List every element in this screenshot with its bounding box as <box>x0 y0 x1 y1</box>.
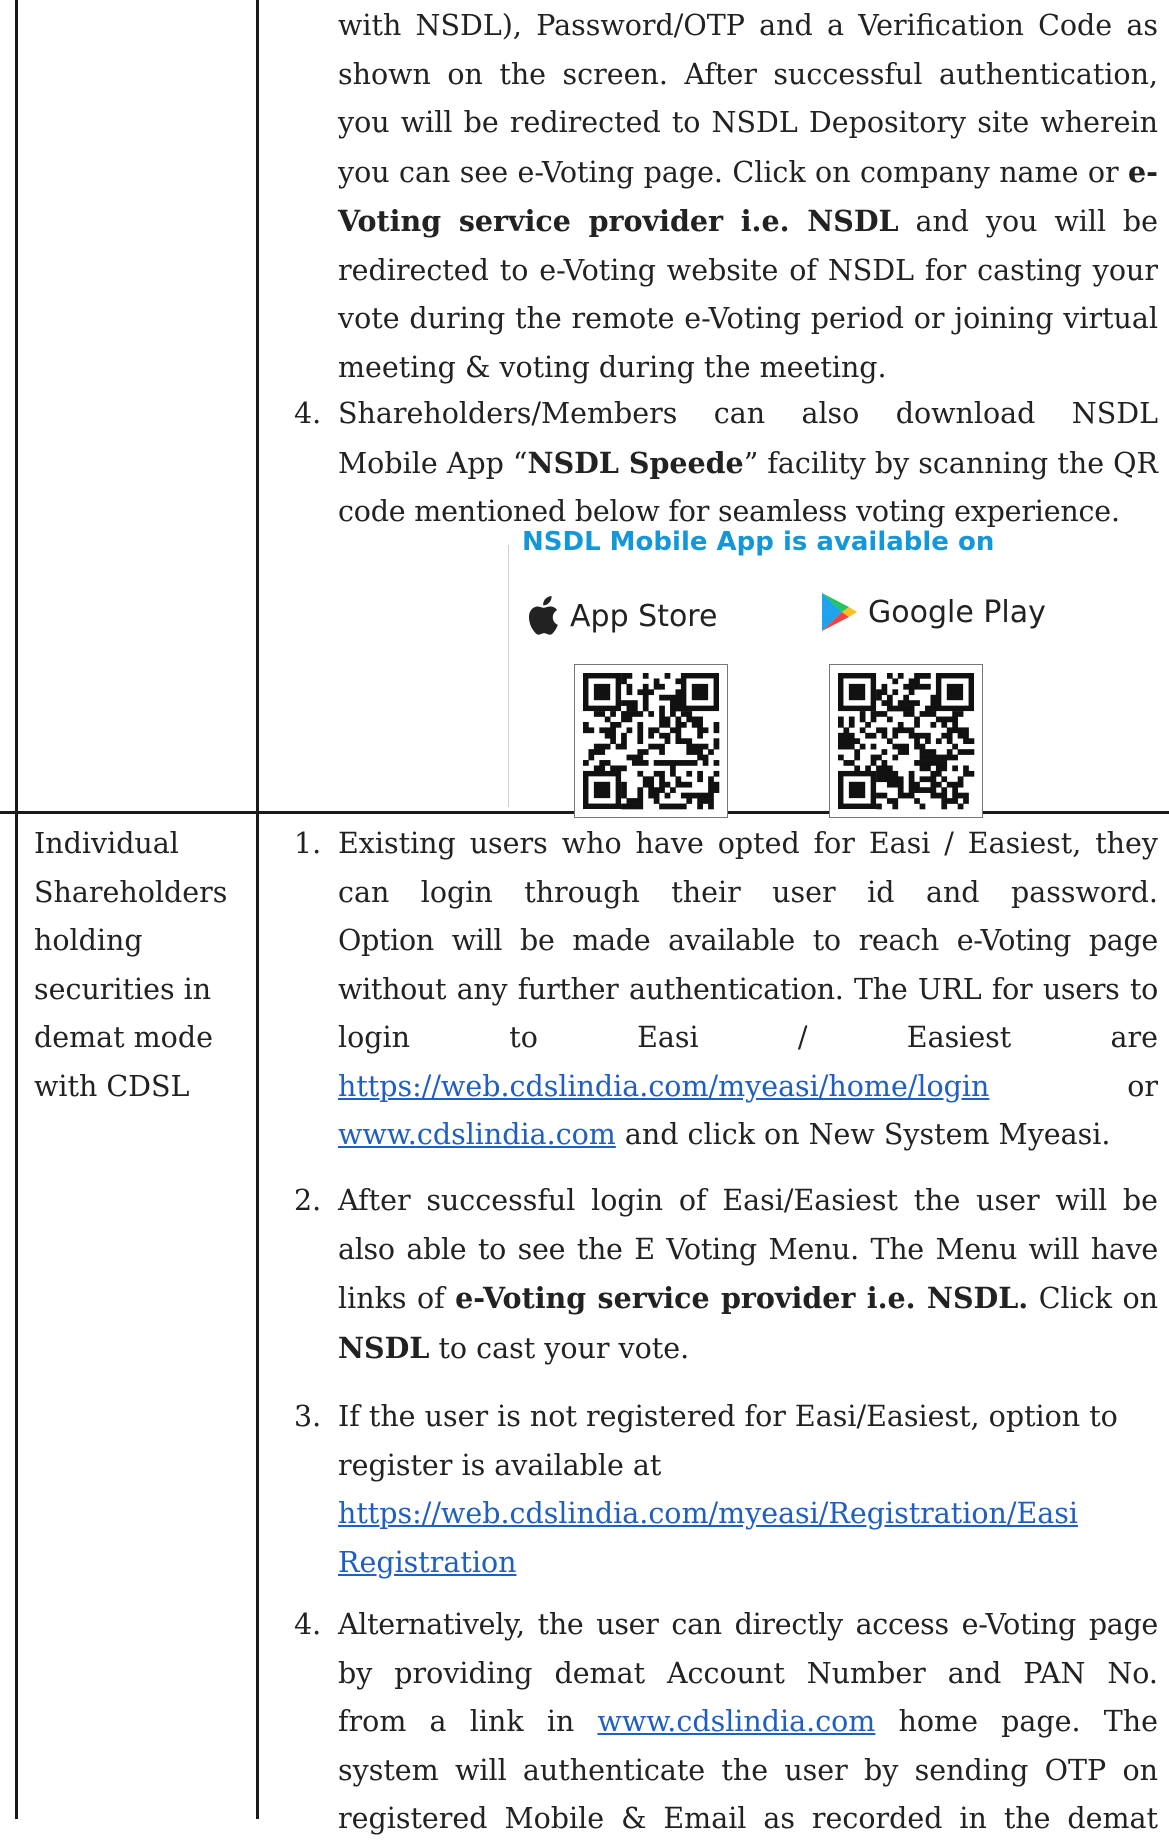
text-line: system will authenticate the user by sen… <box>338 1753 1158 1787</box>
google-play-qr-code[interactable] <box>829 664 983 818</box>
label-line: Shareholders <box>34 875 228 909</box>
list-number: 3. <box>294 1400 322 1433</box>
cdsl-registration-link-cont[interactable]: Registration <box>338 1546 516 1579</box>
text-line: NSDL to cast your vote. <box>338 1330 690 1365</box>
text-line: https://web.cdslindia.com/myeasi/Registr… <box>338 1490 1158 1539</box>
qr-pattern <box>838 673 975 810</box>
app-box-separator <box>508 545 509 807</box>
label-line: securities in <box>34 972 212 1006</box>
text-line: Registration <box>338 1539 1158 1588</box>
text-line: If the user is not registered for Easi/E… <box>338 1400 1118 1433</box>
table-column-divider <box>256 0 259 1819</box>
cdsl-home-link[interactable]: www.cdslindia.com <box>338 1118 616 1151</box>
text-line: links of e-Voting service provider i.e. … <box>338 1281 1158 1315</box>
text-line: also able to see the E Voting Menu. The … <box>338 1232 1158 1266</box>
cdsl-item-4: Alternatively, the user can directly acc… <box>338 1601 1158 1844</box>
app-store-badge[interactable]: App Store <box>528 596 717 636</box>
word: / <box>797 1021 808 1054</box>
cdsl-login-link[interactable]: https://web.cdslindia.com/myeasi/home/lo… <box>338 1063 989 1112</box>
text-line: Mobile App “NSDL Speede” facility by sca… <box>338 445 1158 480</box>
text-line: shown on the screen. After successful au… <box>338 57 1158 91</box>
table-border-left <box>15 0 18 1819</box>
google-play-icon <box>822 593 857 631</box>
list-number: 4. <box>294 1608 322 1641</box>
google-play-label: Google Play <box>868 594 1046 630</box>
cdsl-home-link[interactable]: www.cdslindia.com <box>598 1705 876 1738</box>
word: Easi <box>637 1021 699 1054</box>
nsdl-speede-item: Shareholders/Members can also download N… <box>338 390 1158 537</box>
word: login <box>338 1021 410 1054</box>
cdsl-item-3: If the user is not registered for Easi/E… <box>338 1393 1158 1587</box>
list-number: 2. <box>294 1184 322 1217</box>
word: are <box>1110 1021 1158 1054</box>
word: Easiest <box>906 1021 1012 1054</box>
cdsl-item-1: Existing users who have opted for Easi /… <box>338 820 1158 1160</box>
text-line: vote during the remote e-Voting period o… <box>338 302 1158 335</box>
apple-icon <box>529 596 558 635</box>
label-line: with CDSL <box>34 1069 190 1103</box>
text-line: from a link in www.cdslindia.com home pa… <box>338 1705 1158 1738</box>
text-line: with NSDL), Password/OTP and a Verificat… <box>338 9 1158 42</box>
word: or <box>1127 1069 1158 1103</box>
text-line: you will be redirected to NSDL Depositor… <box>338 106 1158 139</box>
google-play-badge[interactable]: Google Play <box>820 592 1046 632</box>
text-line: register is available at <box>338 1448 662 1482</box>
holder-type-label: Individual Shareholders holding securiti… <box>34 820 227 1111</box>
app-store-qr-code[interactable] <box>574 664 728 818</box>
text-line: without any further authentication. The … <box>338 972 1158 1006</box>
text-line: https://web.cdslindia.com/myeasi/home/lo… <box>338 1063 1158 1112</box>
text-line: can login through their user id and pass… <box>338 875 1158 909</box>
qr-pattern <box>583 673 720 810</box>
cdsl-registration-link[interactable]: https://web.cdslindia.com/myeasi/Registr… <box>338 1497 1078 1530</box>
text-line: Alternatively, the user can directly acc… <box>338 1608 1158 1641</box>
text-line: registered Mobile & Email as recorded in… <box>338 1802 1158 1835</box>
app-store-label: App Store <box>570 598 718 634</box>
label-line: demat mode <box>34 1021 213 1054</box>
text-line: Voting service provider i.e. NSDL and yo… <box>338 204 1159 238</box>
text-line: Shareholders/Members can also download N… <box>338 397 1158 430</box>
text-line: Existing users who have opted for Easi /… <box>338 827 1158 860</box>
app-availability-title: NSDL Mobile App is available on <box>522 527 995 557</box>
word: to <box>509 1021 538 1054</box>
cdsl-item-2: After successful login of Easi/Easiest t… <box>338 1177 1158 1373</box>
text-line: meeting & voting during the meeting. <box>338 350 887 384</box>
text-line: by providing demat Account Number and PA… <box>338 1656 1158 1690</box>
text-line: www.cdslindia.com and click on New Syste… <box>338 1118 1111 1151</box>
label-line: holding <box>34 924 143 957</box>
text-line: you can see e-Voting page. Click on comp… <box>338 154 1158 189</box>
top-item-continuation: with NSDL), Password/OTP and a Verificat… <box>338 2 1158 392</box>
text-line: redirected to e-Voting website of NSDL f… <box>338 253 1158 287</box>
label-line: Individual <box>34 827 179 860</box>
list-number: 1. <box>294 827 322 860</box>
list-number: 4. <box>294 397 322 430</box>
text-line: login to Easi / Easiest are <box>338 1014 1158 1063</box>
text-line: After successful login of Easi/Easiest t… <box>338 1184 1158 1217</box>
text-line: Option will be made available to reach e… <box>338 924 1158 957</box>
